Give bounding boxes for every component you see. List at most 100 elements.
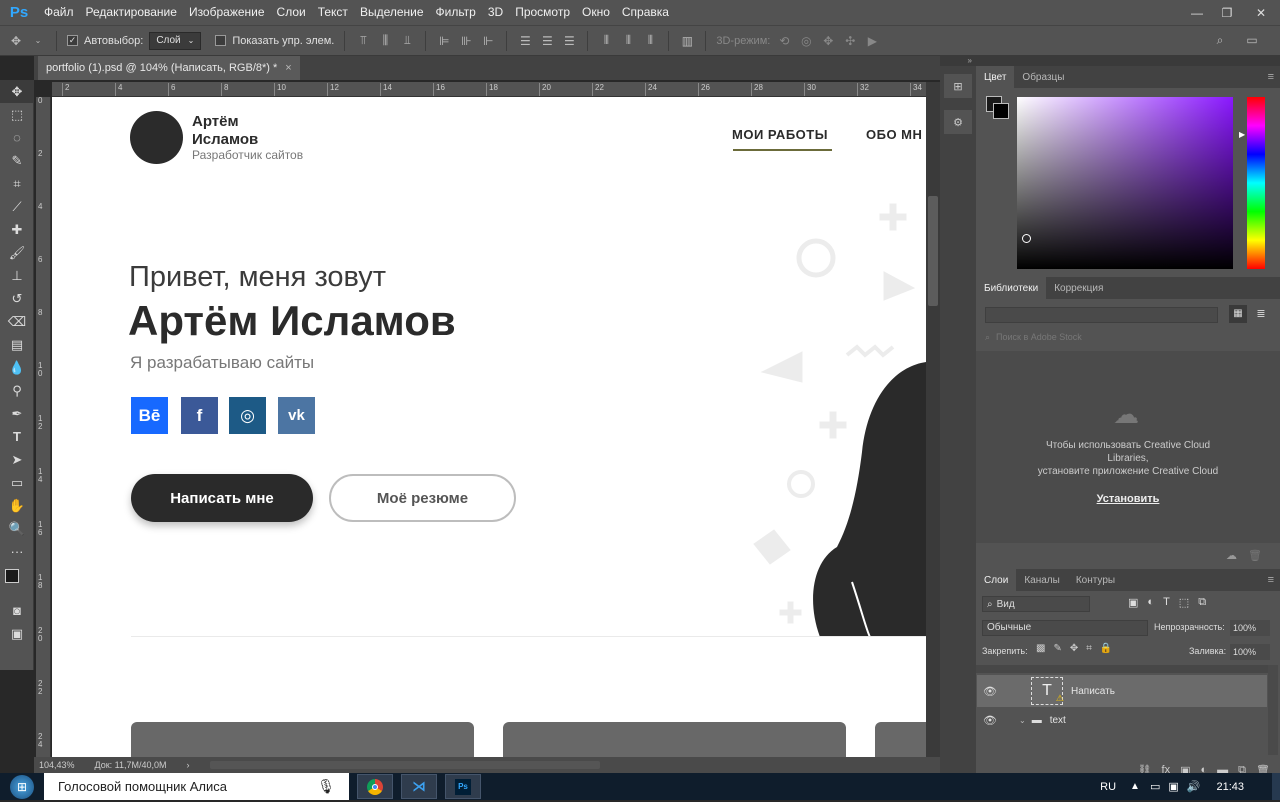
tab-paths[interactable]: Контуры bbox=[1068, 569, 1123, 591]
show-hidden-icons[interactable]: ▲ bbox=[1130, 781, 1140, 792]
pen-tool-icon[interactable]: ✒ bbox=[0, 402, 34, 425]
portfolio-card[interactable] bbox=[131, 722, 474, 757]
nav-item-about[interactable]: ОБО МН bbox=[866, 127, 922, 142]
library-select[interactable] bbox=[985, 307, 1218, 323]
distribute-top-icon[interactable]: ☰ bbox=[517, 33, 533, 49]
menu-item[interactable]: Изображение bbox=[183, 0, 271, 25]
gradient-tool-icon[interactable]: ▤ bbox=[0, 333, 34, 356]
menu-item[interactable]: Фильтр bbox=[430, 0, 482, 25]
tab-color[interactable]: Цвет bbox=[976, 66, 1015, 88]
install-link[interactable]: Установить bbox=[976, 493, 1280, 505]
network-icon[interactable]: ▣ bbox=[1168, 780, 1178, 793]
expand-chevron-icon[interactable]: ⌄ bbox=[1019, 716, 1026, 725]
grid-view-icon[interactable]: ▦ bbox=[1229, 305, 1247, 323]
blur-tool-icon[interactable]: 💧 bbox=[0, 356, 34, 379]
minimize-button[interactable]: — bbox=[1182, 0, 1212, 25]
menu-item[interactable]: Редактирование bbox=[80, 0, 183, 25]
workspace-icon[interactable]: ▭ bbox=[1244, 32, 1260, 48]
nav-item-works[interactable]: МОИ РАБОТЫ bbox=[732, 127, 828, 142]
instagram-icon[interactable]: ◎ bbox=[229, 397, 266, 434]
align-left-icon[interactable]: ⊫ bbox=[436, 33, 452, 49]
menu-item[interactable]: 3D bbox=[482, 0, 509, 25]
move-tool-icon[interactable]: ✥ bbox=[8, 33, 24, 49]
menu-item[interactable]: Выделение bbox=[354, 0, 430, 25]
3d-scale-icon[interactable]: ▶ bbox=[864, 33, 880, 49]
smart-object-filter-icon[interactable]: ⧉ bbox=[1198, 596, 1206, 609]
action-center-icon[interactable]: ▭ bbox=[1150, 780, 1160, 793]
show-transform-checkbox[interactable] bbox=[215, 35, 227, 46]
image-filter-icon[interactable]: ▣ bbox=[1128, 596, 1138, 609]
rectangle-tool-icon[interactable]: ▭ bbox=[0, 471, 34, 494]
quick-select-tool-icon[interactable]: ✎ bbox=[0, 149, 34, 172]
layer-row[interactable]: 👁 ⌄ ▬ text bbox=[977, 709, 1267, 731]
zoom-tool-icon[interactable]: 🔍 bbox=[0, 517, 34, 540]
photoshop-taskbar-icon[interactable]: Ps bbox=[445, 774, 481, 799]
show-desktop-button[interactable] bbox=[1272, 773, 1280, 800]
distribute-vcenter-icon[interactable]: ☰ bbox=[539, 33, 555, 49]
distribute-left-icon[interactable]: ⦀ bbox=[598, 33, 614, 49]
lock-all-icon[interactable]: 🔒 bbox=[1100, 643, 1112, 654]
autoselect-checkbox[interactable]: ✓ bbox=[67, 35, 78, 46]
type-tool-icon[interactable]: T bbox=[0, 425, 34, 448]
history-brush-tool-icon[interactable]: ↺ bbox=[0, 287, 34, 310]
lock-artboard-icon[interactable]: ⌗ bbox=[1086, 643, 1092, 654]
vk-icon[interactable]: vk bbox=[278, 397, 315, 434]
stamp-tool-icon[interactable]: ⊥ bbox=[0, 264, 34, 287]
tab-adjustments[interactable]: Коррекция bbox=[1046, 277, 1111, 299]
menu-item[interactable]: Просмотр bbox=[509, 0, 576, 25]
alisa-voice-assistant[interactable]: Голосовой помощник Алиса 🎙 bbox=[44, 773, 349, 800]
align-bottom-icon[interactable]: ⫫ bbox=[399, 33, 415, 49]
background-color[interactable] bbox=[993, 103, 1009, 119]
trash-icon[interactable]: 🗑 bbox=[1248, 549, 1262, 562]
layers-scrollbar[interactable] bbox=[1268, 665, 1278, 755]
history-panel-icon[interactable]: ⊞ bbox=[944, 74, 972, 98]
shape-filter-icon[interactable]: ⬚ bbox=[1179, 596, 1189, 609]
volume-icon[interactable]: 🔊 bbox=[1187, 780, 1201, 793]
menu-item[interactable]: Слои bbox=[271, 0, 312, 25]
zoom-level[interactable]: 104,43% bbox=[39, 760, 75, 770]
autoselect-target-select[interactable]: Слой ⌄ bbox=[149, 31, 202, 50]
chevron-right-icon[interactable]: › bbox=[187, 760, 190, 770]
hue-slider[interactable] bbox=[1247, 97, 1265, 269]
vertical-ruler[interactable]: 024681 01 21 41 61 82 02 22 42 6 bbox=[36, 97, 51, 802]
facebook-icon[interactable]: f bbox=[181, 397, 218, 434]
blend-mode-select[interactable]: Обычные bbox=[982, 620, 1148, 636]
move-tool-icon[interactable]: ✥ bbox=[0, 80, 34, 103]
align-top-icon[interactable]: ⫪ bbox=[355, 33, 371, 49]
align-vcenter-icon[interactable]: ⫼ bbox=[377, 33, 393, 49]
color-swatches[interactable] bbox=[0, 563, 34, 599]
3d-orbit-icon[interactable]: ⟲ bbox=[776, 33, 792, 49]
type-filter-icon[interactable]: T bbox=[1163, 596, 1170, 609]
horizontal-scrollbar[interactable] bbox=[209, 761, 600, 769]
canvas[interactable]: Артём Исламов Разработчик сайтов МОИ РАБ… bbox=[52, 97, 926, 757]
scroll-thumb[interactable] bbox=[928, 196, 938, 306]
path-select-tool-icon[interactable]: ➤ bbox=[0, 448, 34, 471]
start-button[interactable]: ⊞ bbox=[0, 773, 44, 800]
marquee-tool-icon[interactable]: ⬚ bbox=[0, 103, 34, 126]
tab-libraries[interactable]: Библиотеки bbox=[976, 277, 1047, 299]
screen-mode-icon[interactable]: ▣ bbox=[0, 622, 34, 645]
menu-item[interactable]: Справка bbox=[616, 0, 675, 25]
brush-tool-icon[interactable]: 🖌 bbox=[0, 241, 34, 264]
distribute-hcenter-icon[interactable]: ⦀ bbox=[620, 33, 636, 49]
horizontal-ruler[interactable]: 2468101214161820222426283032343638404244… bbox=[52, 82, 926, 97]
restore-button[interactable]: ❐ bbox=[1212, 0, 1242, 25]
resume-button[interactable]: Моё резюме bbox=[329, 474, 516, 522]
3d-roll-icon[interactable]: ◎ bbox=[798, 33, 814, 49]
properties-panel-icon[interactable]: ⚙ bbox=[944, 110, 972, 134]
healing-tool-icon[interactable]: ✚ bbox=[0, 218, 34, 241]
close-window-button[interactable]: ✕ bbox=[1242, 0, 1280, 25]
menu-item[interactable]: Текст bbox=[312, 0, 354, 25]
layer-row[interactable]: 👁 T ⚠ Написать bbox=[977, 675, 1267, 707]
quick-mask-icon[interactable]: ◙ bbox=[0, 599, 34, 622]
lasso-tool-icon[interactable]: ◌ bbox=[0, 126, 34, 149]
foreground-color[interactable] bbox=[5, 569, 19, 583]
visibility-eye-icon[interactable]: 👁 bbox=[977, 714, 1003, 727]
adjustment-filter-icon[interactable]: ◐ bbox=[1147, 596, 1154, 609]
stock-search[interactable]: ⌕ Поиск в Adobe Stock bbox=[985, 329, 1270, 345]
distribute-bottom-icon[interactable]: ☰ bbox=[561, 33, 577, 49]
visibility-eye-icon[interactable]: 👁 bbox=[977, 685, 1003, 698]
lock-pixels-icon[interactable]: ✎ bbox=[1053, 643, 1061, 654]
menu-item[interactable]: Файл bbox=[38, 0, 80, 25]
align-hcenter-icon[interactable]: ⊪ bbox=[458, 33, 474, 49]
